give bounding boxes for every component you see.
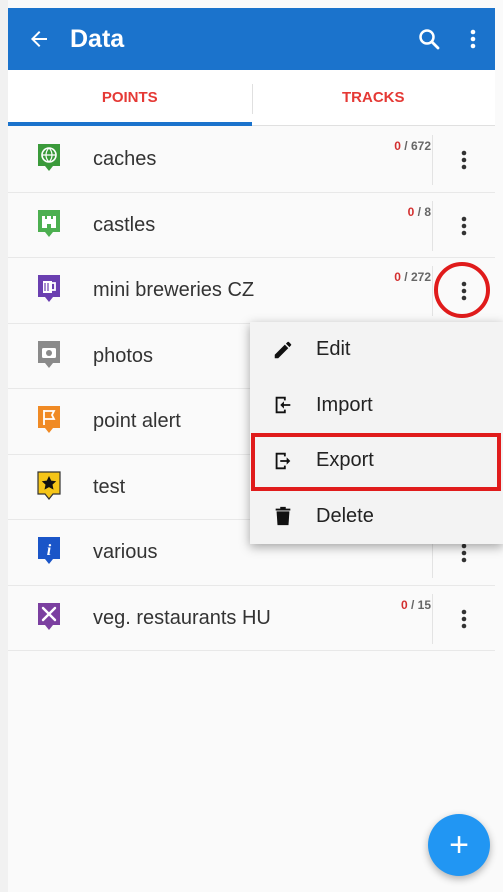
list-item-label: point alert bbox=[93, 410, 181, 432]
point-count: 0 / 272 bbox=[394, 270, 431, 284]
pencil-icon bbox=[250, 339, 316, 361]
divider bbox=[432, 135, 433, 185]
list-item[interactable]: veg. restaurants HU 0 / 15 bbox=[8, 585, 495, 651]
list-item-label: test bbox=[93, 475, 126, 498]
page-title: Data bbox=[70, 24, 125, 53]
divider bbox=[432, 593, 433, 644]
fork-knife-icon bbox=[36, 601, 62, 631]
menu-item-label: Delete bbox=[316, 504, 374, 527]
list-item[interactable]: caches 0 / 672 bbox=[8, 127, 495, 193]
divider bbox=[432, 266, 433, 316]
list-item[interactable]: mini breweries CZ 0 / 272 bbox=[8, 258, 495, 324]
menu-item-edit[interactable]: Edit bbox=[250, 322, 503, 378]
info-icon: i bbox=[36, 535, 62, 565]
menu-item-label: Import bbox=[316, 393, 373, 416]
flag-icon bbox=[36, 404, 62, 434]
list-item-label: various bbox=[93, 541, 158, 563]
highlight-box bbox=[251, 433, 501, 491]
trash-icon bbox=[250, 505, 316, 527]
castle-icon bbox=[36, 208, 62, 238]
menu-item-delete[interactable]: Delete bbox=[250, 489, 503, 545]
point-count: 0 / 8 bbox=[407, 204, 431, 219]
list-item[interactable]: castles 0 / 8 bbox=[8, 192, 495, 258]
list-item-label: photos bbox=[93, 344, 154, 367]
highlight-circle bbox=[434, 262, 490, 318]
svg-text:i: i bbox=[47, 542, 52, 559]
overflow-menu-icon[interactable] bbox=[451, 8, 495, 70]
menu-item-label: Edit bbox=[316, 338, 351, 361]
menu-item-import[interactable]: Import bbox=[250, 378, 503, 434]
more-vert-icon[interactable] bbox=[449, 143, 479, 177]
app-bar: Data bbox=[8, 8, 495, 70]
list-item-label: castles bbox=[93, 213, 156, 236]
list-item-label: veg. restaurants HU bbox=[93, 606, 271, 629]
more-vert-icon[interactable] bbox=[449, 602, 479, 636]
beer-icon bbox=[36, 273, 62, 303]
tab-tracks[interactable]: TRACKS bbox=[252, 70, 496, 125]
star-icon bbox=[36, 470, 62, 500]
tab-divider bbox=[252, 84, 253, 114]
point-count: 0 / 15 bbox=[400, 597, 431, 612]
add-button[interactable]: + bbox=[428, 814, 490, 876]
import-icon bbox=[250, 394, 316, 416]
list-item-label: mini breweries CZ bbox=[93, 279, 255, 301]
more-vert-icon[interactable] bbox=[449, 209, 479, 243]
globe-icon bbox=[36, 142, 62, 172]
camera-icon bbox=[36, 339, 62, 369]
point-count: 0 / 672 bbox=[394, 139, 431, 153]
list-item-label: caches bbox=[93, 148, 157, 170]
back-arrow-icon[interactable] bbox=[8, 8, 70, 70]
tab-points[interactable]: POINTS bbox=[8, 70, 252, 126]
search-icon[interactable] bbox=[407, 8, 451, 70]
divider bbox=[432, 200, 433, 251]
